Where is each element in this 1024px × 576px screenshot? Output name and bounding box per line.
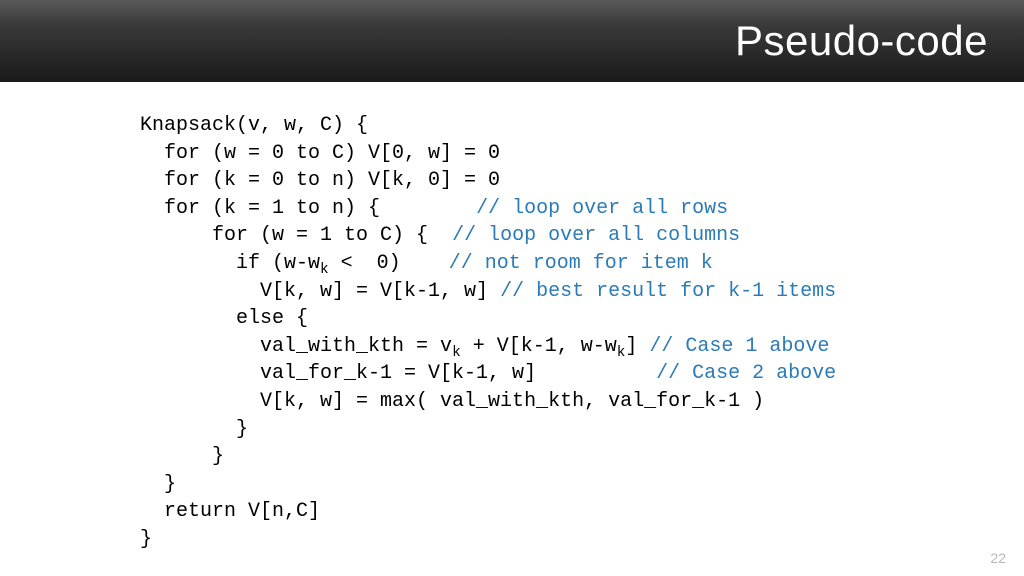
code-line: V[k, w] = max( val_with_kth, val_for_k-1… [140,390,764,413]
code-line: val_with_kth = v [140,335,452,358]
code-comment: // best result for k-1 items [500,280,836,303]
code-comment: // not room for item k [449,252,713,275]
code-line: + V[k-1, w-w [461,335,617,358]
code-line: if (w-w [140,252,320,275]
subscript-k: k [320,262,329,278]
code-line: for (w = 0 to C) V[0, w] = 0 [140,142,500,165]
slide-title-bar: Pseudo-code [0,0,1024,82]
code-line: ] [625,335,649,358]
code-line: for (k = 1 to n) { [140,197,476,220]
page-number: 22 [990,550,1006,566]
code-line: V[k, w] = V[k-1, w] [140,280,500,303]
code-comment: // Case 2 above [656,362,836,385]
code-line: for (w = 1 to C) { [140,224,452,247]
code-line: for (k = 0 to n) V[k, 0] = 0 [140,169,500,192]
code-line: < 0) [329,252,449,275]
code-line: Knapsack(v, w, C) { [140,114,368,137]
pseudocode-block: Knapsack(v, w, C) { for (w = 0 to C) V[0… [0,82,1024,554]
code-line: } [140,445,224,468]
code-line: } [140,418,248,441]
code-line: } [140,473,176,496]
code-comment: // loop over all columns [452,224,740,247]
code-line: else { [140,307,308,330]
code-comment: // loop over all rows [476,197,728,220]
subscript-k: k [452,345,461,361]
code-line: val_for_k-1 = V[k-1, w] [140,362,656,385]
code-line: } [140,528,152,551]
slide-title: Pseudo-code [735,17,988,65]
code-line: return V[n,C] [140,500,320,523]
code-comment: // Case 1 above [649,335,829,358]
